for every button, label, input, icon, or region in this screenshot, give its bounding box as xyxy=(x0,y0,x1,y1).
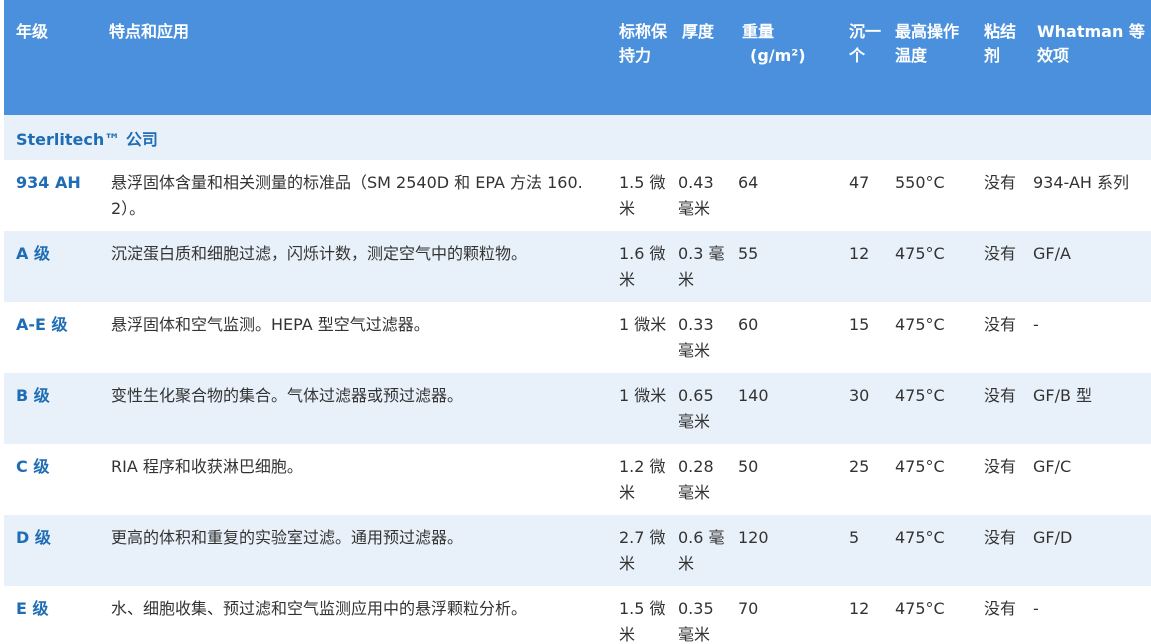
cell-max-temp: 475°C xyxy=(895,386,945,405)
cell-grade[interactable]: 934 AH xyxy=(4,160,101,231)
cell-features: 水、细胞收集、预过滤和空气监测应用中的悬浮颗粒分析。 xyxy=(111,599,528,618)
cell-max-temp: 475°C xyxy=(895,528,945,547)
cell-weight: 120 xyxy=(738,528,769,547)
cell-retention: 2.7 微米 xyxy=(619,528,666,573)
cell-thickness: 0.33 毫米 xyxy=(678,315,714,360)
header-retention: 标称保持力 xyxy=(619,22,668,65)
cell-retention: 1.6 微米 xyxy=(619,244,666,289)
cell-weight: 55 xyxy=(738,244,759,263)
cell-binder: 没有 xyxy=(984,173,1017,192)
cell-features: 悬浮固体含量和相关测量的标准品（SM 2540D 和 EPA 方法 160.2）… xyxy=(111,173,583,218)
cell-thickness: 0.65 毫米 xyxy=(678,386,714,431)
cell-grade[interactable]: A-E 级 xyxy=(4,302,101,373)
spec-table-container: 年级 特点和应用 标称保持力 厚度 重量 (g/m²) 沉一个 最高操作温度 粘… xyxy=(0,0,1151,644)
cell-binder: 没有 xyxy=(984,315,1017,334)
cell-binder: 没有 xyxy=(984,386,1017,405)
cell-thickness: 0.3 毫米 xyxy=(678,244,725,289)
table-row: 934 AH 悬浮固体含量和相关测量的标准品（SM 2540D 和 EPA 方法 … xyxy=(4,160,1151,231)
cell-thickness: 0.43 毫米 xyxy=(678,173,714,218)
cell-thickness: 0.6 毫米 xyxy=(678,528,725,573)
table-row: B 级变性生化聚合物的集合。气体过滤器或预过滤器。 1 微米 0.65 毫米 140 3… xyxy=(4,373,1151,444)
cell-max-temp: 475°C xyxy=(895,599,945,618)
cell-features: 悬浮固体和空气监测。HEPA 型空气过滤器。 xyxy=(111,315,430,334)
cell-features: 更高的体积和重复的实验室过滤。通用预过滤器。 xyxy=(111,528,464,547)
table-row: E 级水、细胞收集、预过滤和空气监测应用中的悬浮颗粒分析。 1.5 微米 0.35 … xyxy=(4,586,1151,644)
cell-retention: 1 微米 xyxy=(619,386,667,405)
cell-retention: 1.5 微米 xyxy=(619,599,666,644)
company-name: Sterlitech™ 公司 xyxy=(16,129,158,149)
cell-whatman: GF/D xyxy=(1033,528,1073,547)
cell-whatman: GF/C xyxy=(1033,457,1072,476)
cell-grade[interactable]: E 级 xyxy=(4,586,101,644)
cell-whatman: GF/A xyxy=(1033,244,1071,263)
cell-retention: 1 微米 xyxy=(619,315,667,334)
cell-weight: 64 xyxy=(738,173,759,192)
cell-retention: 1.2 微米 xyxy=(619,457,666,502)
table-row: A 级沉淀蛋白质和细胞过滤，闪烁计数，测定空气中的颗粒物。 1.6 微米 0.3 毫… xyxy=(4,231,1151,302)
cell-binder: 没有 xyxy=(984,457,1017,476)
cell-max-temp: 475°C xyxy=(895,315,945,334)
cell-whatman: - xyxy=(1033,599,1039,618)
cell-max-temp: 475°C xyxy=(895,244,945,263)
header-weight-unit: (g/m²) xyxy=(750,46,806,65)
header-max-temp: 最高操作温度 xyxy=(895,22,960,65)
cell-flow: 5 xyxy=(849,528,860,547)
cell-binder: 没有 xyxy=(984,244,1017,263)
cell-features: 变性生化聚合物的集合。气体过滤器或预过滤器。 xyxy=(111,386,464,405)
cell-flow: 12 xyxy=(849,599,870,618)
table-body: Sterlitech™ 公司 934 AH 悬浮固体含量和相关测量的标准品（SM … xyxy=(4,115,1151,644)
cell-grade[interactable]: B 级 xyxy=(4,373,101,444)
cell-whatman: 934-AH 系列 xyxy=(1033,173,1130,192)
cell-flow: 12 xyxy=(849,244,870,263)
cell-weight: 50 xyxy=(738,457,759,476)
cell-flow: 15 xyxy=(849,315,870,334)
cell-whatman: GF/B 型 xyxy=(1033,386,1093,405)
cell-weight: 140 xyxy=(738,386,769,405)
cell-thickness: 0.28 毫米 xyxy=(678,457,714,502)
table-row: A-E 级悬浮固体和空气监测。HEPA 型空气过滤器。 1 微米 0.33 毫米 60… xyxy=(4,302,1151,373)
header-whatman: Whatman 等效项 xyxy=(1037,22,1145,65)
header-flow: 沉一个 xyxy=(849,22,882,65)
cell-max-temp: 475°C xyxy=(895,457,945,476)
cell-binder: 没有 xyxy=(984,528,1017,547)
header-features: 特点和应用 xyxy=(109,22,190,41)
cell-features: RIA 程序和收获淋巴细胞。 xyxy=(111,457,303,476)
cell-retention: 1.5 微米 xyxy=(619,173,666,218)
cell-thickness: 0.35 毫米 xyxy=(678,599,714,644)
table-row: D 级更高的体积和重复的实验室过滤。通用预过滤器。 2.7 微米 0.6 毫米 120… xyxy=(4,515,1151,586)
cell-flow: 47 xyxy=(849,173,870,192)
table-header: 年级 特点和应用 标称保持力 厚度 重量 (g/m²) 沉一个 最高操作温度 粘… xyxy=(4,0,1151,115)
cell-flow: 30 xyxy=(849,386,870,405)
cell-flow: 25 xyxy=(849,457,870,476)
company-row: Sterlitech™ 公司 xyxy=(4,115,1151,160)
header-thickness: 厚度 xyxy=(682,22,715,41)
cell-grade[interactable]: C 级 xyxy=(4,444,101,515)
header-weight-label: 重量 xyxy=(742,22,775,41)
header-grade: 年级 xyxy=(16,22,49,41)
filter-spec-table: 年级 特点和应用 标称保持力 厚度 重量 (g/m²) 沉一个 最高操作温度 粘… xyxy=(4,0,1151,644)
cell-weight: 70 xyxy=(738,599,759,618)
cell-grade[interactable]: A 级 xyxy=(4,231,101,302)
cell-grade[interactable]: D 级 xyxy=(4,515,101,586)
header-weight: 重量 (g/m²) xyxy=(734,0,841,115)
header-row: 年级 特点和应用 标称保持力 厚度 重量 (g/m²) 沉一个 最高操作温度 粘… xyxy=(4,0,1151,115)
cell-weight: 60 xyxy=(738,315,759,334)
cell-whatman: - xyxy=(1033,315,1039,334)
header-binder: 粘结剂 xyxy=(984,22,1017,65)
cell-binder: 没有 xyxy=(984,599,1017,618)
table-row: C 级 RIA 程序和收获淋巴细胞。 1.2 微米 0.28 毫米 50 25 475°C 没… xyxy=(4,444,1151,515)
cell-features: 沉淀蛋白质和细胞过滤，闪烁计数，测定空气中的颗粒物。 xyxy=(111,244,528,263)
cell-max-temp: 550°C xyxy=(895,173,945,192)
